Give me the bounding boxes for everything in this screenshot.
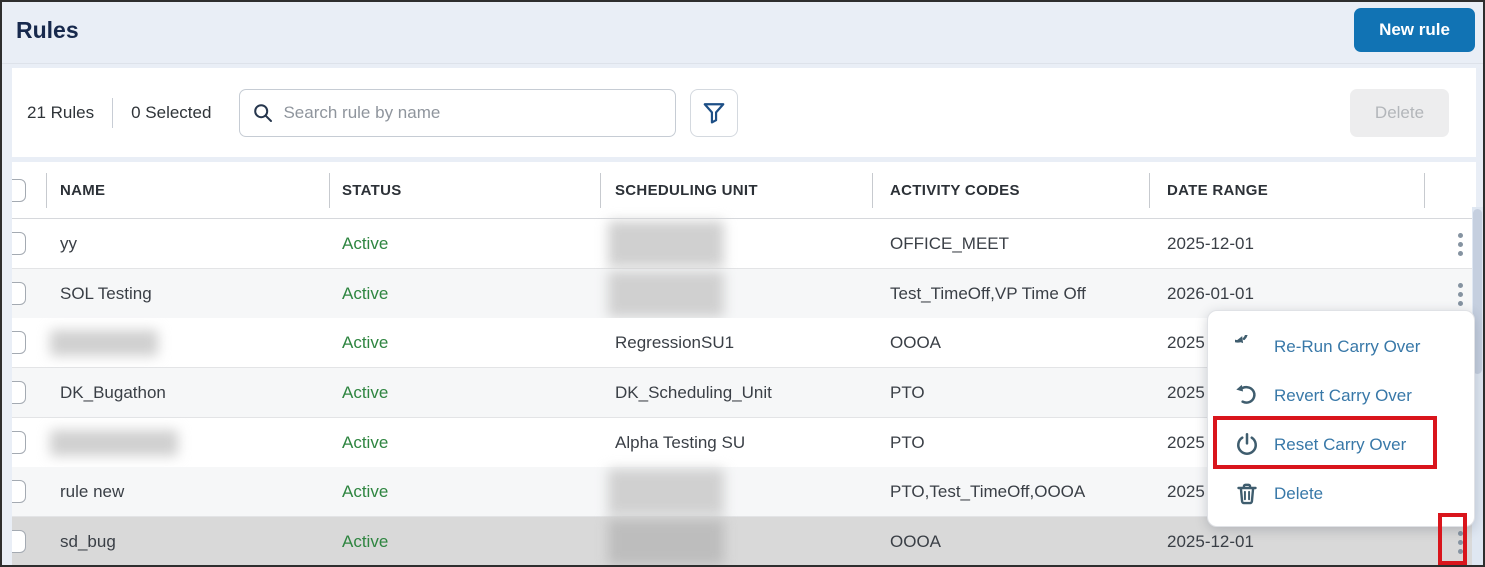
column-divider [1149, 173, 1150, 208]
table-header-row: NAME STATUS SCHEDULING UNIT ACTIVITY COD… [12, 162, 1476, 219]
row-checkbox[interactable] [12, 431, 26, 454]
rule-status: Active [342, 433, 389, 452]
rule-date-range: 2025 [1167, 333, 1205, 352]
rule-scheduling-unit: DK_Scheduling_Unit [615, 383, 772, 402]
menu-item-delete[interactable]: Delete [1208, 469, 1474, 518]
redacted-rule-name [50, 330, 158, 356]
rule-status: Active [342, 482, 389, 501]
rule-scheduling-unit: Alpha Testing SU [615, 433, 746, 452]
delete-button[interactable]: Delete [1350, 88, 1449, 137]
select-all-checkbox[interactable] [12, 179, 26, 202]
selected-count: 0 Selected [131, 102, 212, 122]
rule-name: yy [60, 234, 77, 253]
column-divider [1424, 173, 1425, 208]
search-icon [254, 103, 273, 122]
rule-activity-codes: OOOA [890, 532, 942, 551]
rule-activity-codes: Test_TimeOff,VP Time Off [890, 284, 1086, 303]
row-checkbox[interactable] [12, 331, 26, 354]
rule-name: sd_bug [60, 532, 116, 551]
menu-item-rerun-carry-over[interactable]: Re-Run Carry Over [1208, 322, 1474, 371]
rule-date-range: 2025 [1167, 433, 1205, 452]
rule-status: Active [342, 333, 389, 352]
toolbar-divider [112, 97, 114, 128]
rule-date-range: 2025 [1167, 482, 1205, 501]
column-divider [600, 173, 601, 208]
rule-date-range: 2025 [1167, 383, 1205, 402]
rule-scheduling-unit: RegressionSU1 [615, 333, 735, 352]
rules-screen: Rules New rule 21 Rules 0 Selected Delet… [0, 0, 1485, 567]
rule-status: Active [342, 234, 389, 253]
row-kebab-menu-icon[interactable] [1440, 219, 1476, 269]
column-divider [329, 173, 330, 208]
rule-activity-codes: PTO,Test_TimeOff,OOOA [890, 482, 1086, 501]
revert-undo-arrow-icon [1236, 384, 1256, 404]
column-header-name[interactable]: NAME [60, 162, 105, 219]
rerun-circular-arrow-icon [1235, 334, 1248, 343]
column-header-activity-codes[interactable]: ACTIVITY CODES [890, 162, 1020, 219]
power-icon [1237, 432, 1257, 455]
table-row[interactable]: yy Active OFFICE_MEET 2025-12-01 [12, 219, 1476, 269]
row-checkbox[interactable] [12, 381, 26, 404]
redacted-scheduling-unit [608, 519, 724, 565]
rule-status: Active [342, 532, 389, 551]
column-header-status[interactable]: STATUS [342, 162, 402, 219]
rules-toolbar: 21 Rules 0 Selected Delete [12, 68, 1476, 157]
rule-name: SOL Testing [60, 284, 152, 303]
rule-activity-codes: OOOA [890, 333, 942, 352]
rule-name: rule new [60, 482, 125, 501]
menu-item-label: Delete [1274, 483, 1324, 503]
column-divider [46, 173, 47, 208]
filter-funnel-icon [704, 102, 725, 123]
row-checkbox[interactable] [12, 530, 26, 553]
search-box [239, 88, 677, 137]
redacted-rule-name [50, 430, 178, 456]
rule-activity-codes: OFFICE_MEET [890, 234, 1010, 253]
page-header: Rules New rule [2, 2, 1483, 64]
search-input[interactable] [283, 102, 663, 123]
new-rule-button[interactable]: New rule [1354, 8, 1475, 52]
rule-date-range: 2025-12-01 [1167, 234, 1254, 253]
redacted-scheduling-unit [608, 271, 724, 317]
menu-item-reset-carry-over[interactable]: Reset Carry Over [1208, 420, 1474, 469]
row-checkbox[interactable] [12, 282, 26, 305]
rule-activity-codes: PTO [890, 383, 925, 402]
column-divider [872, 173, 873, 208]
column-header-scheduling-unit[interactable]: SCHEDULING UNIT [615, 162, 758, 219]
menu-item-label: Revert Carry Over [1274, 385, 1412, 405]
row-actions-context-menu: Re-Run Carry Over Revert Carry Over Rese… [1207, 310, 1475, 527]
trash-icon [1237, 483, 1257, 504]
redacted-scheduling-unit [608, 221, 724, 267]
rule-name: DK_Bugathon [60, 383, 166, 402]
redacted-scheduling-unit [608, 469, 724, 515]
menu-item-label: Reset Carry Over [1274, 434, 1407, 454]
column-header-date-range[interactable]: DATE RANGE [1167, 162, 1268, 219]
rule-status: Active [342, 284, 389, 303]
rule-activity-codes: PTO [890, 433, 925, 452]
rule-status: Active [342, 383, 389, 402]
page-title: Rules [16, 17, 79, 43]
menu-item-label: Re-Run Carry Over [1274, 336, 1421, 356]
filter-button[interactable] [690, 88, 739, 137]
row-checkbox[interactable] [12, 480, 26, 503]
menu-item-revert-carry-over[interactable]: Revert Carry Over [1208, 371, 1474, 420]
row-checkbox[interactable] [12, 232, 26, 255]
rules-count: 21 Rules [27, 102, 95, 122]
